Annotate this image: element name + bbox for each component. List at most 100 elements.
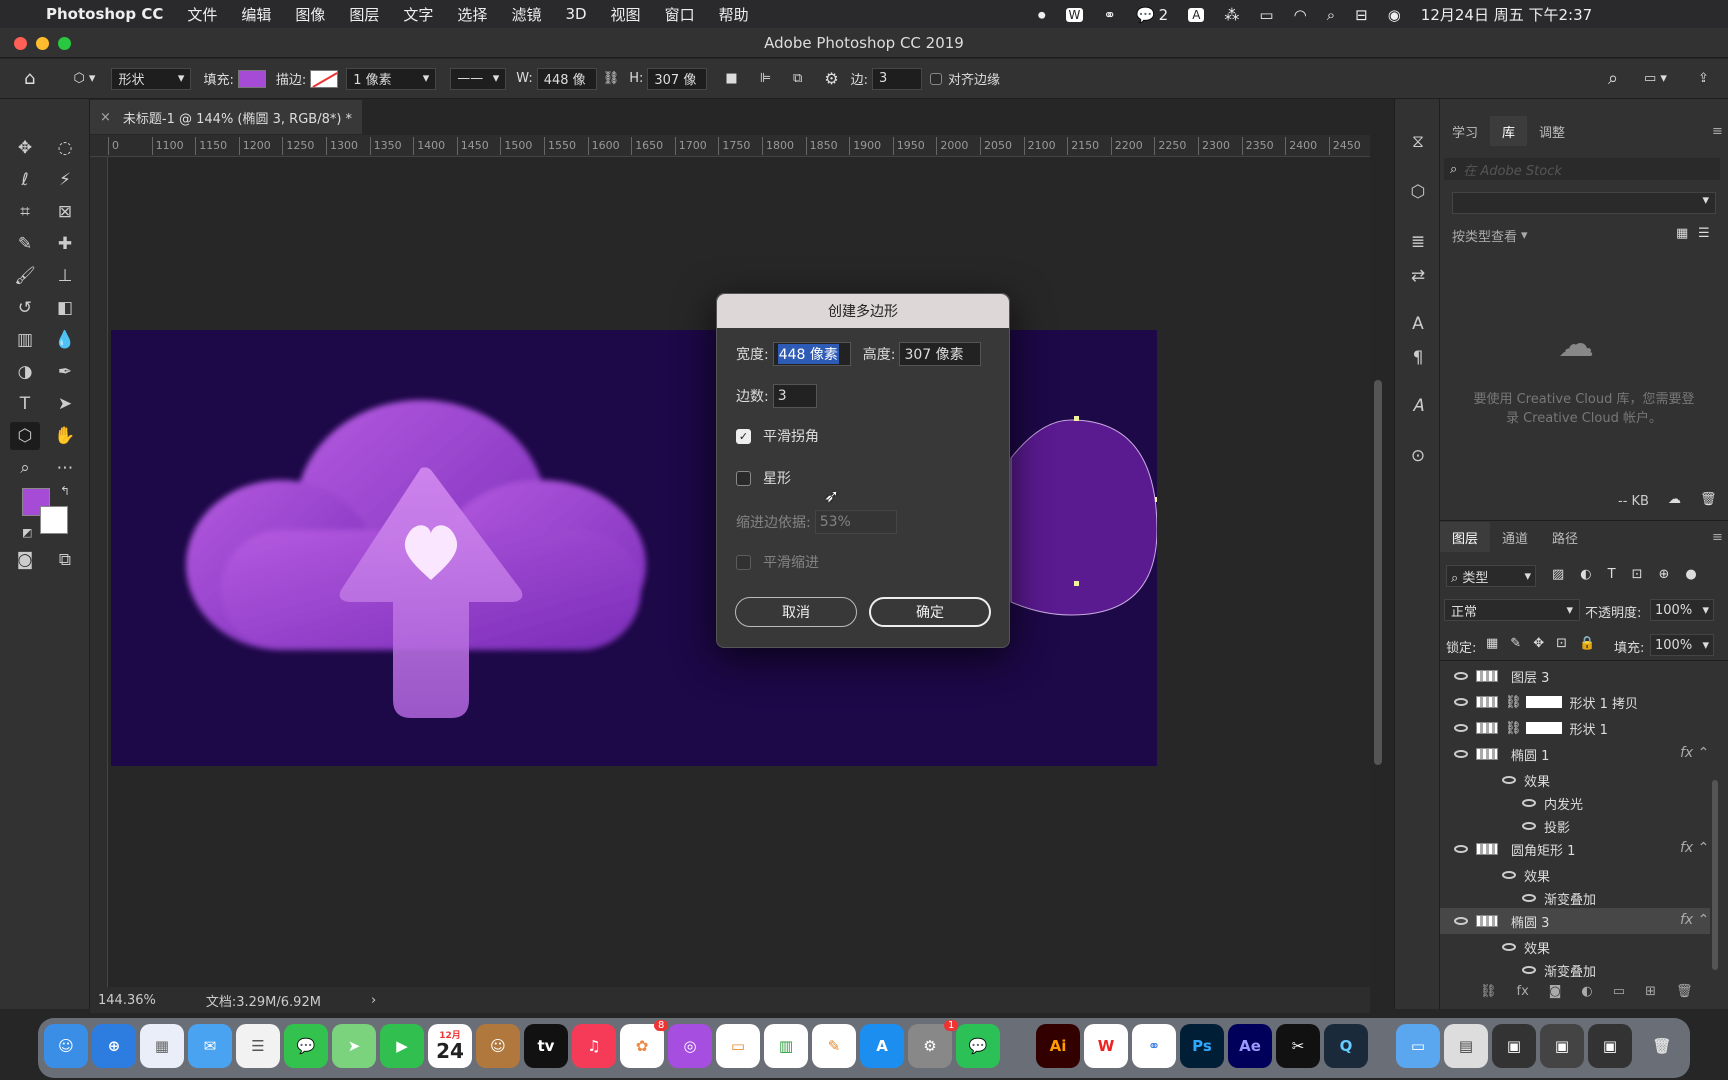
fill-swatch[interactable] — [237, 69, 266, 88]
dialog-width-input[interactable]: 448 像素 — [772, 342, 851, 366]
link-layers-icon[interactable]: ⛓ — [1480, 984, 1497, 999]
menu-select[interactable]: 选择 — [457, 4, 487, 25]
tab-paths[interactable]: 路径 — [1540, 522, 1590, 552]
dodge-tool-icon[interactable]: ◑ — [10, 358, 40, 386]
blur-tool-icon[interactable]: 💧 — [50, 326, 80, 354]
magic-wand-tool-icon[interactable]: ⚡ — [50, 166, 80, 194]
history-panel-icon[interactable]: ⧖ — [1403, 128, 1433, 156]
illustrator-icon[interactable]: Ai — [1036, 1024, 1080, 1068]
battery-icon[interactable]: ▭ — [1259, 6, 1273, 24]
swap-colors-icon[interactable]: ↰ — [60, 484, 70, 498]
screenshot-stack-icon[interactable]: ▣ — [1492, 1024, 1536, 1068]
filter-adjust-icon[interactable]: ◐ — [1580, 567, 1591, 582]
visibility-eye-icon[interactable] — [1522, 822, 1536, 830]
layer-fx-icon[interactable]: fx ⌃ — [1680, 840, 1709, 856]
background-color-swatch[interactable] — [40, 506, 68, 534]
record-icon[interactable]: ⏺ — [1038, 6, 1046, 24]
wechat-app-icon[interactable]: 💬 — [956, 1024, 1000, 1068]
lock-all-icon[interactable]: 🔒 — [1579, 636, 1595, 651]
menu-file[interactable]: 文件 — [187, 4, 217, 25]
share-export-icon[interactable]: ⇪ — [1698, 71, 1709, 86]
link-icon[interactable]: ⛓ — [603, 71, 620, 86]
menu-type[interactable]: 文字 — [403, 4, 433, 25]
menu-layer[interactable]: 图层 — [349, 4, 379, 25]
workspace-icon[interactable]: ▭ ▾ — [1644, 71, 1667, 86]
smooth-corners-checkbox[interactable]: ✓ — [736, 428, 751, 444]
width-input[interactable]: 448 像 — [536, 67, 597, 90]
wechat-icon[interactable]: 💬 — [1136, 6, 1155, 24]
shape-mode-select[interactable]: 形状 ▾ — [111, 67, 192, 90]
system-preferences-icon[interactable]: ⚙ — [908, 1024, 952, 1068]
contacts-icon[interactable]: ☺ — [476, 1024, 520, 1068]
grid-view-icon[interactable]: ▦ — [1676, 226, 1688, 241]
quicktime-icon[interactable]: Q — [1324, 1024, 1368, 1068]
calendar-icon[interactable]: 12月 24 — [428, 1024, 472, 1068]
hand-tool-icon[interactable]: ✋ — [50, 422, 80, 450]
stroke-width-select[interactable]: 1 像素 ▾ — [346, 67, 437, 90]
music-icon[interactable]: ♫ — [572, 1024, 616, 1068]
layers-scrollbar[interactable] — [1712, 780, 1718, 970]
glyphs-panel-icon[interactable]: 𝐴 — [1403, 392, 1433, 420]
chain-link-icon[interactable]: ⛓ — [1505, 695, 1522, 710]
numbers-icon[interactable]: ▥ — [764, 1024, 808, 1068]
tab-learn[interactable]: 学习 — [1440, 116, 1490, 146]
move-tool-icon[interactable]: ✥ — [10, 134, 40, 162]
menu-view[interactable]: 视图 — [611, 4, 641, 25]
screen-mode-icon[interactable]: ⧉ — [50, 546, 80, 574]
healing-brush-tool-icon[interactable]: ✚ — [50, 230, 80, 258]
layers-menu-icon[interactable]: ≡ — [1712, 530, 1723, 545]
menu-clock[interactable]: 12月24日 周五 下午2:37 — [1421, 4, 1592, 25]
paragraph-panel-icon[interactable]: ¶ — [1403, 344, 1433, 372]
tab-adjustments[interactable]: 调整 — [1527, 116, 1577, 146]
menu-3d[interactable]: 3D — [565, 5, 586, 23]
visibility-eye-icon[interactable] — [1454, 917, 1468, 925]
share-icon[interactable]: ⚭ — [1103, 6, 1116, 24]
sides-input[interactable]: 3 — [872, 67, 923, 90]
menu-edit[interactable]: 编辑 — [241, 4, 271, 25]
control-center-icon[interactable]: ⊟ — [1355, 6, 1368, 24]
wifi-icon[interactable]: ◠ — [1294, 6, 1307, 24]
eraser-tool-icon[interactable]: ◧ — [50, 294, 80, 322]
close-tab-icon[interactable]: × — [100, 110, 111, 125]
lock-artboard-icon[interactable]: ⊡ — [1556, 636, 1567, 651]
visibility-eye-icon[interactable] — [1454, 724, 1468, 732]
3d-panel-icon[interactable]: ⬡ — [1403, 178, 1433, 206]
control-icon[interactable]: ⁂ — [1224, 6, 1239, 24]
frame-tool-icon[interactable]: ⊠ — [50, 198, 80, 226]
menu-image[interactable]: 图像 — [295, 4, 325, 25]
crop-tool-icon[interactable]: ⌗ — [10, 198, 40, 226]
layer-row[interactable]: 椭圆 1 — [1440, 741, 1710, 767]
list-view-icon[interactable]: ☰ — [1698, 226, 1710, 241]
add-mask-icon[interactable]: ◙ — [1549, 984, 1562, 999]
library-select[interactable]: ▾ — [1452, 192, 1716, 214]
more-tools-icon[interactable]: ⋯ — [50, 454, 80, 482]
library-trash-icon[interactable]: 🗑 — [1700, 492, 1717, 507]
vertical-scrollbar[interactable] — [1374, 380, 1382, 765]
visibility-eye-icon[interactable] — [1522, 894, 1536, 902]
messages-icon[interactable]: 💬 — [284, 1024, 328, 1068]
path-selection-tool-icon[interactable]: ➤ — [50, 390, 80, 418]
filter-shape-icon[interactable]: ⊡ — [1632, 567, 1643, 582]
facetime-icon[interactable]: ▶ — [380, 1024, 424, 1068]
type-tool-icon[interactable]: T — [10, 390, 40, 418]
layer-effect-row[interactable]: 渐变叠加 — [1440, 957, 1710, 983]
podcasts-icon[interactable]: ◎ — [668, 1024, 712, 1068]
zoom-level[interactable]: 144.36% — [98, 993, 156, 1008]
path-operations-icon[interactable]: ■ — [725, 71, 737, 86]
stroke-type-select[interactable]: —— ▾ — [450, 67, 507, 90]
visibility-eye-icon[interactable] — [1502, 871, 1516, 879]
adjust-panel-icon[interactable]: ⇄ — [1403, 262, 1433, 290]
siri-icon[interactable]: ◉ — [1388, 6, 1401, 24]
stroke-swatch[interactable] — [310, 69, 339, 88]
path-alignment-icon[interactable]: ⊫ — [760, 71, 771, 86]
capcut-icon[interactable]: ✂ — [1276, 1024, 1320, 1068]
layer-row[interactable]: 椭圆 3 — [1440, 908, 1710, 934]
apple-tv-icon[interactable]: tv — [524, 1024, 568, 1068]
filter-type-icon[interactable]: T — [1608, 567, 1616, 582]
layer-row[interactable]: 圆角矩形 1 — [1440, 836, 1710, 862]
photoshop-icon[interactable]: Ps — [1180, 1024, 1224, 1068]
downloads-stack-icon[interactable]: ▣ — [1588, 1024, 1632, 1068]
launchpad-icon[interactable]: ▦ — [140, 1024, 184, 1068]
view-by-type[interactable]: 按类型查看 ▾ — [1452, 226, 1528, 245]
zoom-tool-icon[interactable]: ⌕ — [10, 454, 40, 482]
